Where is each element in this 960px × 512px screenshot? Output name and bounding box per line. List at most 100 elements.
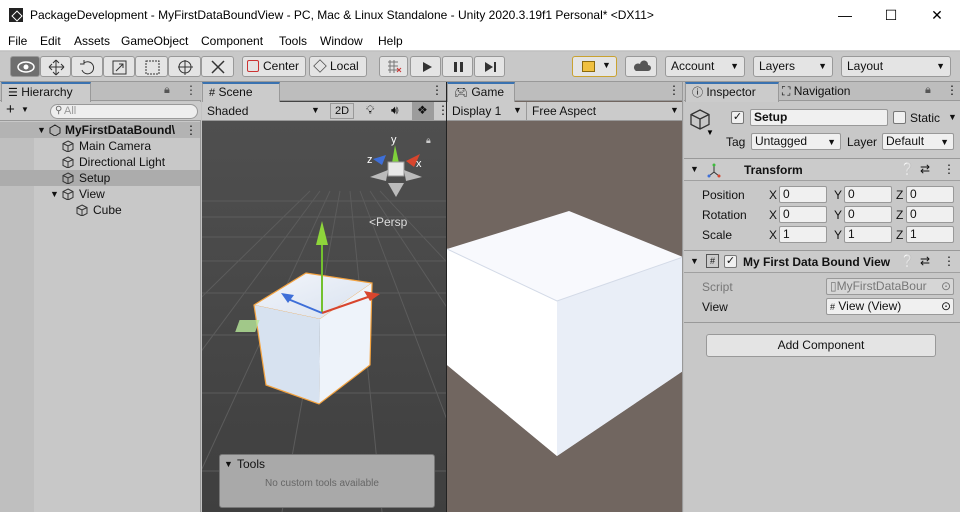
- menu-edit[interactable]: Edit: [40, 34, 61, 48]
- move-tool-button[interactable]: [40, 56, 71, 77]
- more-options-icon[interactable]: ⋮: [437, 103, 446, 117]
- perspective-label[interactable]: <Persp: [369, 215, 408, 229]
- pause-button[interactable]: [442, 56, 473, 77]
- menu-component[interactable]: Component: [201, 34, 263, 48]
- collapse-arrow-icon[interactable]: ▼: [224, 459, 233, 469]
- hierarchy-search-input[interactable]: ⚲ All: [50, 104, 198, 119]
- effects-button[interactable]: ❖: [412, 102, 434, 120]
- pivot-center-button[interactable]: Center: [242, 56, 306, 77]
- gameobject-large-cube-icon[interactable]: ▼: [690, 108, 714, 136]
- play-button[interactable]: [410, 56, 441, 77]
- tab-navigation[interactable]: ⛶ Navigation: [782, 83, 877, 101]
- more-options-icon[interactable]: ⋮: [943, 162, 955, 176]
- minimize-button[interactable]: —: [822, 0, 868, 31]
- position-y-field[interactable]: 0: [844, 186, 892, 203]
- active-checkbox[interactable]: ✓: [731, 111, 744, 124]
- menu-gameobject[interactable]: GameObject: [121, 34, 188, 48]
- more-options-icon[interactable]: ⋮: [668, 83, 680, 97]
- add-component-button[interactable]: Add Component: [706, 334, 936, 357]
- hierarchy-item-view[interactable]: ▼ View: [0, 186, 200, 202]
- rotation-z-field[interactable]: 0: [906, 206, 954, 223]
- scene-root-row[interactable]: ▼ MyFirstDataBound\ ⋮: [0, 122, 200, 138]
- lock-icon[interactable]: 🔒︎: [925, 84, 931, 97]
- rotation-x-field[interactable]: 0: [779, 206, 827, 223]
- tab-game[interactable]: 🎮︎ Game: [447, 82, 515, 102]
- view-reference-field[interactable]: # View (View) ⊙: [826, 298, 954, 315]
- snap-button[interactable]: [379, 56, 408, 77]
- chevron-down-icon: ▼: [730, 61, 739, 71]
- close-button[interactable]: ✕: [914, 0, 960, 31]
- shading-label: Shaded: [207, 104, 249, 118]
- expand-arrow-icon[interactable]: ▼: [37, 122, 46, 138]
- menu-file[interactable]: File: [8, 34, 27, 48]
- scale-z-field[interactable]: 1: [906, 226, 954, 243]
- collapse-arrow-icon[interactable]: ▼: [690, 256, 699, 266]
- position-z-field[interactable]: 0: [906, 186, 954, 203]
- audio-icon[interactable]: 🔊︎: [391, 103, 399, 118]
- collapse-arrow-icon[interactable]: ▼: [690, 164, 699, 174]
- layers-dropdown[interactable]: Layers ▼: [753, 56, 833, 77]
- menu-assets[interactable]: Assets: [74, 34, 110, 48]
- rotation-y-field[interactable]: 0: [844, 206, 892, 223]
- more-options-icon[interactable]: ⋮: [185, 122, 197, 138]
- window-title: PackageDevelopment - MyFirstDataBoundVie…: [30, 8, 654, 22]
- help-icon[interactable]: ❔: [900, 254, 915, 268]
- scale-tool-button[interactable]: [103, 56, 135, 77]
- component-header[interactable]: ▼ # ✓ My First Data Bound View ❔ ⇄ ⋮: [684, 251, 960, 273]
- transform-title: Transform: [744, 163, 803, 177]
- move-icon: [48, 59, 65, 76]
- transform-tool-button[interactable]: [168, 56, 201, 77]
- shading-mode-dropdown[interactable]: Shaded ▼: [202, 102, 324, 120]
- step-button[interactable]: [474, 56, 505, 77]
- display-dropdown[interactable]: Display 1 ▼: [447, 102, 527, 120]
- layer-dropdown[interactable]: Default ▼: [882, 133, 954, 150]
- layout-dropdown[interactable]: Layout ▼: [841, 56, 951, 77]
- account-dropdown[interactable]: Account ▼: [665, 56, 745, 77]
- help-icon[interactable]: ❔: [900, 162, 915, 176]
- hierarchy-item-setup[interactable]: Setup: [0, 170, 200, 186]
- preset-icon[interactable]: ⇄: [920, 162, 930, 176]
- more-options-icon[interactable]: ⋮: [943, 254, 955, 268]
- lock-icon[interactable]: 🔒︎: [164, 84, 170, 97]
- chevron-down-icon[interactable]: ▼: [948, 112, 957, 122]
- more-options-icon[interactable]: ⋮: [185, 83, 197, 97]
- aspect-dropdown[interactable]: Free Aspect ▼: [528, 102, 682, 120]
- pivot-local-button[interactable]: Local: [309, 56, 367, 77]
- add-object-button[interactable]: +: [6, 101, 15, 118]
- more-options-icon[interactable]: ⋮: [946, 83, 958, 97]
- custom-tool-button[interactable]: [201, 56, 234, 77]
- object-picker-icon[interactable]: ⊙: [941, 299, 951, 314]
- cloud-button[interactable]: [625, 56, 657, 77]
- maximize-button[interactable]: ☐: [868, 0, 914, 31]
- scale-x-field[interactable]: 1: [779, 226, 827, 243]
- view-tool-button[interactable]: [10, 56, 40, 77]
- menu-window[interactable]: Window: [320, 34, 363, 48]
- preset-icon[interactable]: ⇄: [920, 254, 930, 268]
- tab-scene[interactable]: # Scene: [202, 82, 280, 102]
- tab-hierarchy[interactable]: ☰ Hierarchy: [1, 82, 91, 102]
- transform-header[interactable]: ▼ Transform ❔ ⇄ ⋮: [684, 159, 960, 181]
- list-icon: ☰: [8, 87, 18, 99]
- object-name-field[interactable]: Setup: [750, 109, 888, 126]
- position-x-field[interactable]: 0: [779, 186, 827, 203]
- menu-help[interactable]: Help: [378, 34, 403, 48]
- hierarchy-item-directional-light[interactable]: Directional Light: [0, 154, 200, 170]
- menu-tools[interactable]: Tools: [279, 34, 307, 48]
- game-controlbar: Display 1 ▼ Free Aspect ▼: [447, 102, 682, 121]
- rect-tool-button[interactable]: [135, 56, 168, 77]
- toggle-2d-button[interactable]: 2D: [330, 103, 354, 119]
- scale-y-field[interactable]: 1: [844, 226, 892, 243]
- expand-arrow-icon[interactable]: ▼: [50, 186, 59, 202]
- rotate-tool-button[interactable]: [71, 56, 103, 77]
- collab-button[interactable]: ▼: [572, 56, 617, 77]
- tab-inspector[interactable]: ⓘ Inspector: [685, 82, 779, 102]
- tag-dropdown[interactable]: Untagged ▼: [751, 133, 841, 150]
- hierarchy-item-cube[interactable]: Cube: [0, 202, 200, 218]
- chevron-down-icon[interactable]: ▼: [21, 105, 29, 114]
- component-enabled-checkbox[interactable]: ✓: [724, 255, 737, 268]
- hierarchy-item-main-camera[interactable]: Main Camera: [0, 138, 200, 154]
- game-viewport[interactable]: [447, 121, 683, 512]
- static-checkbox[interactable]: [893, 111, 906, 124]
- more-options-icon[interactable]: ⋮: [431, 83, 443, 97]
- lighting-icon[interactable]: 💡︎: [366, 103, 374, 118]
